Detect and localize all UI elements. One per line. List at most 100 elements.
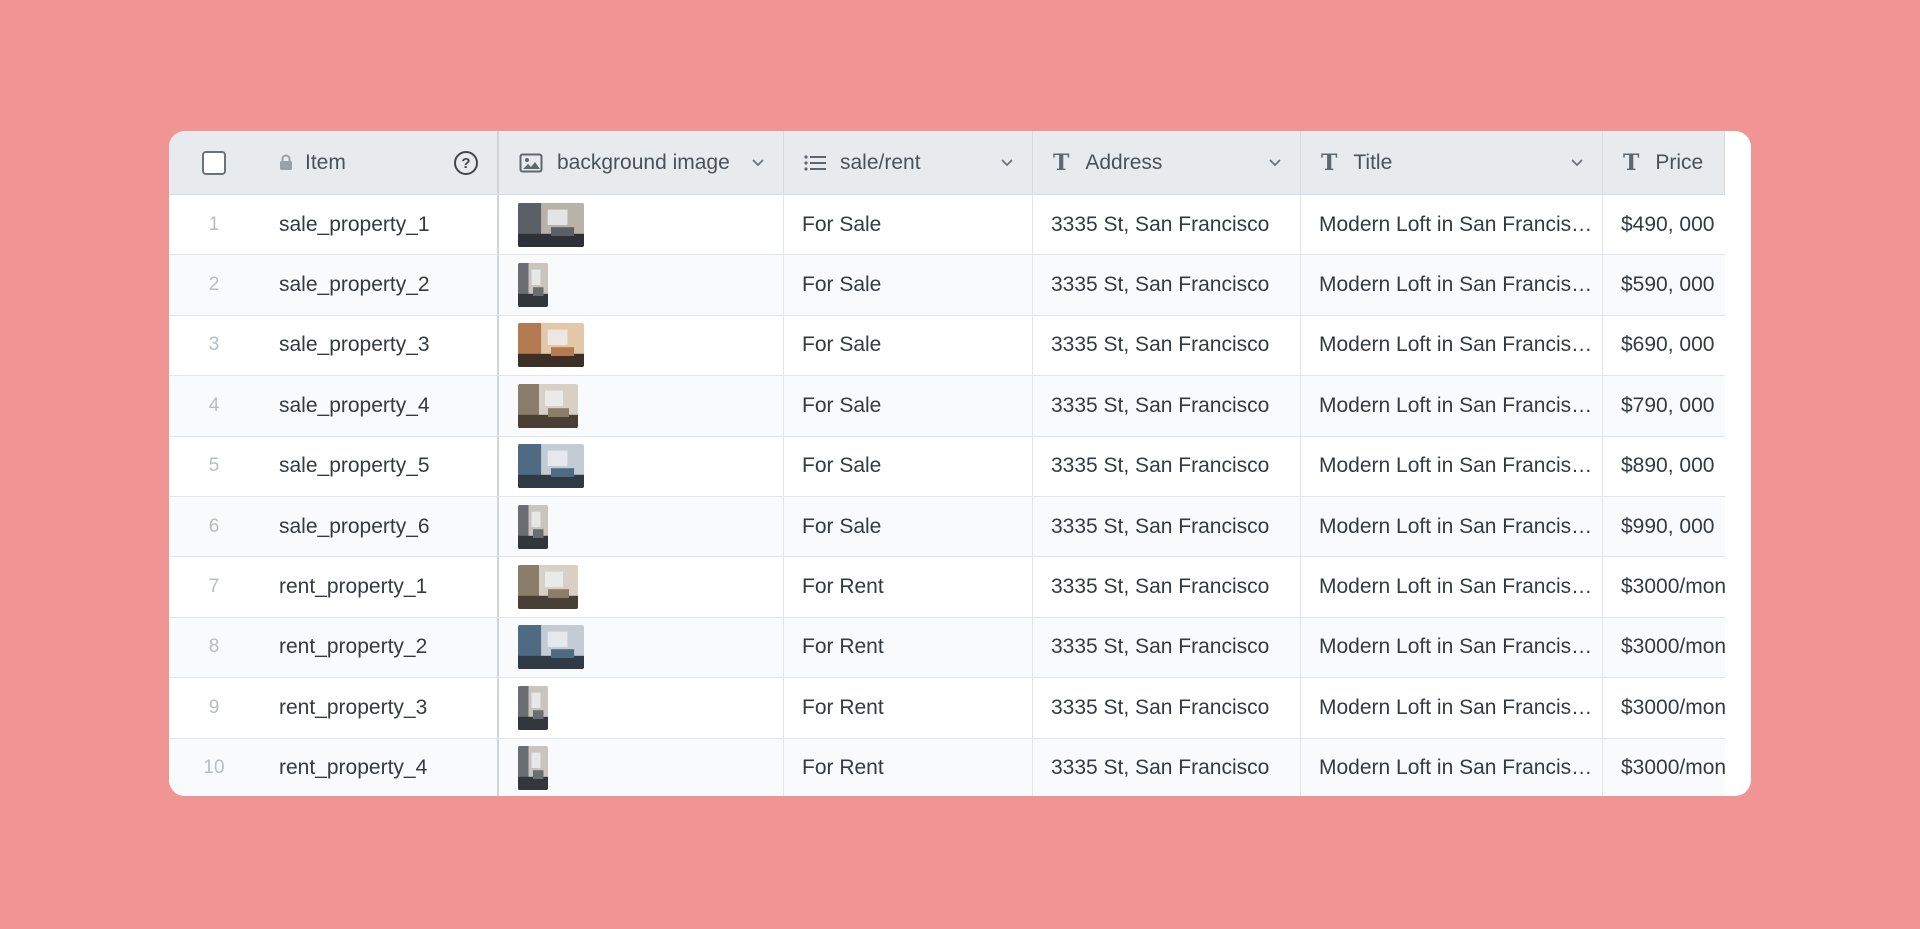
sale-rent-cell[interactable]: For Sale xyxy=(784,195,1033,255)
sale-rent-cell[interactable]: For Sale xyxy=(784,376,1033,436)
chevron-down-icon[interactable] xyxy=(1000,158,1014,167)
sale-rent-cell[interactable]: For Rent xyxy=(784,678,1033,738)
address-cell[interactable]: 3335 St, San Francisco xyxy=(1033,617,1301,678)
price-cell[interactable]: $3000/mon xyxy=(1603,739,1725,796)
table-row[interactable]: 3 sale_property_3 For Sale 3335 St, San … xyxy=(169,315,1725,377)
table-row[interactable]: 10 rent_property_4 For Rent 3335 St, San… xyxy=(169,738,1725,796)
title-cell[interactable]: Modern Loft in San Francisco xyxy=(1301,436,1603,496)
item-cell[interactable]: rent_property_2 xyxy=(259,617,499,678)
sale-rent-cell[interactable]: For Rent xyxy=(784,617,1033,678)
address-cell[interactable]: 3335 St, San Francisco xyxy=(1033,557,1301,617)
item-cell[interactable]: sale_property_2 xyxy=(259,255,499,315)
table-row[interactable]: 6 sale_property_6 For Sale 3335 St, San … xyxy=(169,496,1725,558)
title-cell[interactable]: Modern Loft in San Francisco xyxy=(1301,617,1603,678)
title-cell[interactable]: Modern Loft in San Francisco xyxy=(1301,678,1603,738)
background-image-cell[interactable] xyxy=(499,195,784,255)
address-cell[interactable]: 3335 St, San Francisco xyxy=(1033,315,1301,376)
row-number-cell: 4 xyxy=(169,376,259,435)
thumbnail-image[interactable] xyxy=(518,444,584,489)
sale-rent-cell[interactable]: For Sale xyxy=(784,315,1033,376)
item-cell[interactable]: sale_property_3 xyxy=(259,315,499,376)
price-cell[interactable]: $690, 000 xyxy=(1603,316,1725,375)
price-value: $3000/mon xyxy=(1621,695,1725,719)
title-cell[interactable]: Modern Loft in San Francisco xyxy=(1301,496,1603,557)
table-row[interactable]: 7 rent_property_1 For Rent 3335 St, San … xyxy=(169,557,1725,618)
thumbnail-image[interactable] xyxy=(518,323,584,368)
table-row[interactable]: 5 sale_property_5 For Sale 3335 St, San … xyxy=(169,436,1725,497)
title-cell[interactable]: Modern Loft in San Francisco xyxy=(1301,315,1603,376)
title-cell[interactable]: Modern Loft in San Francisco xyxy=(1301,255,1603,315)
select-all-checkbox[interactable] xyxy=(202,150,226,175)
background-image-cell[interactable] xyxy=(499,315,784,376)
thumbnail-image[interactable] xyxy=(518,383,578,428)
thumbnail-image[interactable] xyxy=(518,504,548,549)
address-cell[interactable]: 3335 St, San Francisco xyxy=(1033,678,1301,738)
item-cell[interactable]: sale_property_1 xyxy=(259,195,499,255)
item-value: sale_property_2 xyxy=(279,273,430,297)
price-cell[interactable]: $890, 000 xyxy=(1603,437,1725,496)
item-cell[interactable]: sale_property_4 xyxy=(259,376,499,436)
background-image-cell[interactable] xyxy=(499,255,784,315)
table-row[interactable]: 1 sale_property_1 For Sale 3335 St, San … xyxy=(169,195,1725,256)
thumbnail-image[interactable] xyxy=(518,625,584,670)
address-cell[interactable]: 3335 St, San Francisco xyxy=(1033,195,1301,255)
thumbnail-image[interactable] xyxy=(518,746,548,791)
item-cell[interactable]: sale_property_5 xyxy=(259,436,499,496)
item-cell[interactable]: sale_property_6 xyxy=(259,496,499,557)
table-row[interactable]: 9 rent_property_3 For Rent 3335 St, San … xyxy=(169,678,1725,739)
address-cell[interactable]: 3335 St, San Francisco xyxy=(1033,496,1301,557)
sale-rent-cell[interactable]: For Sale xyxy=(784,436,1033,496)
address-cell[interactable]: 3335 St, San Francisco xyxy=(1033,436,1301,496)
address-cell[interactable]: 3335 St, San Francisco xyxy=(1033,738,1301,796)
sale-rent-cell[interactable]: For Sale xyxy=(784,255,1033,315)
price-cell[interactable]: $490, 000 xyxy=(1603,195,1725,254)
price-cell[interactable]: $590, 000 xyxy=(1603,255,1725,314)
price-cell[interactable]: $3000/mon xyxy=(1603,557,1725,616)
price-cell[interactable]: $3000/mon xyxy=(1603,618,1725,677)
price-cell[interactable]: $790, 000 xyxy=(1603,376,1725,435)
column-header-address[interactable]: T Address xyxy=(1033,131,1301,194)
table-row[interactable]: 2 sale_property_2 For Sale 3335 St, San … xyxy=(169,255,1725,316)
background-image-cell[interactable] xyxy=(499,496,784,557)
column-header-sale-rent[interactable]: sale/rent xyxy=(784,131,1033,194)
title-cell[interactable]: Modern Loft in San Francisco xyxy=(1301,376,1603,436)
help-icon[interactable]: ? xyxy=(453,150,479,176)
chevron-down-icon[interactable] xyxy=(1268,158,1282,167)
column-header-title[interactable]: T Title xyxy=(1301,131,1603,194)
title-cell[interactable]: Modern Loft in San Francisco xyxy=(1301,195,1603,255)
thumbnail-image[interactable] xyxy=(518,202,584,247)
chevron-down-icon[interactable] xyxy=(1570,158,1584,167)
row-number: 5 xyxy=(208,455,220,477)
background-image-cell[interactable] xyxy=(499,557,784,617)
sale-rent-cell[interactable]: For Rent xyxy=(784,557,1033,617)
thumbnail-image[interactable] xyxy=(518,565,578,610)
column-header-label: sale/rent xyxy=(840,150,921,174)
column-header-item[interactable]: Item ? xyxy=(259,131,499,194)
column-header-background-image[interactable]: background image xyxy=(499,131,784,194)
item-cell[interactable]: rent_property_4 xyxy=(259,738,499,796)
sale-rent-cell[interactable]: For Sale xyxy=(784,496,1033,557)
column-header-price[interactable]: T Price xyxy=(1603,131,1725,194)
background-image-cell[interactable] xyxy=(499,376,784,436)
address-cell[interactable]: 3335 St, San Francisco xyxy=(1033,255,1301,315)
background-image-cell[interactable] xyxy=(499,738,784,796)
table-row[interactable]: 8 rent_property_2 For Rent 3335 St, San … xyxy=(169,617,1725,679)
item-cell[interactable]: rent_property_1 xyxy=(259,557,499,617)
sale-rent-cell[interactable]: For Rent xyxy=(784,738,1033,796)
thumbnail-image[interactable] xyxy=(518,685,548,730)
title-value: Modern Loft in San Francisco xyxy=(1319,273,1593,297)
table-row[interactable]: 4 sale_property_4 For Sale 3335 St, San … xyxy=(169,376,1725,437)
title-cell[interactable]: Modern Loft in San Francisco xyxy=(1301,738,1603,796)
background-image-cell[interactable] xyxy=(499,617,784,678)
background-image-cell[interactable] xyxy=(499,678,784,738)
item-cell[interactable]: rent_property_3 xyxy=(259,678,499,738)
row-number-cell: 8 xyxy=(169,618,259,677)
column-header-label: Item xyxy=(305,150,346,174)
address-cell[interactable]: 3335 St, San Francisco xyxy=(1033,376,1301,436)
price-cell[interactable]: $3000/mon xyxy=(1603,678,1725,737)
thumbnail-image[interactable] xyxy=(518,263,548,308)
background-image-cell[interactable] xyxy=(499,436,784,496)
chevron-down-icon[interactable] xyxy=(751,158,765,167)
title-cell[interactable]: Modern Loft in San Francisco xyxy=(1301,557,1603,617)
price-cell[interactable]: $990, 000 xyxy=(1603,497,1725,556)
